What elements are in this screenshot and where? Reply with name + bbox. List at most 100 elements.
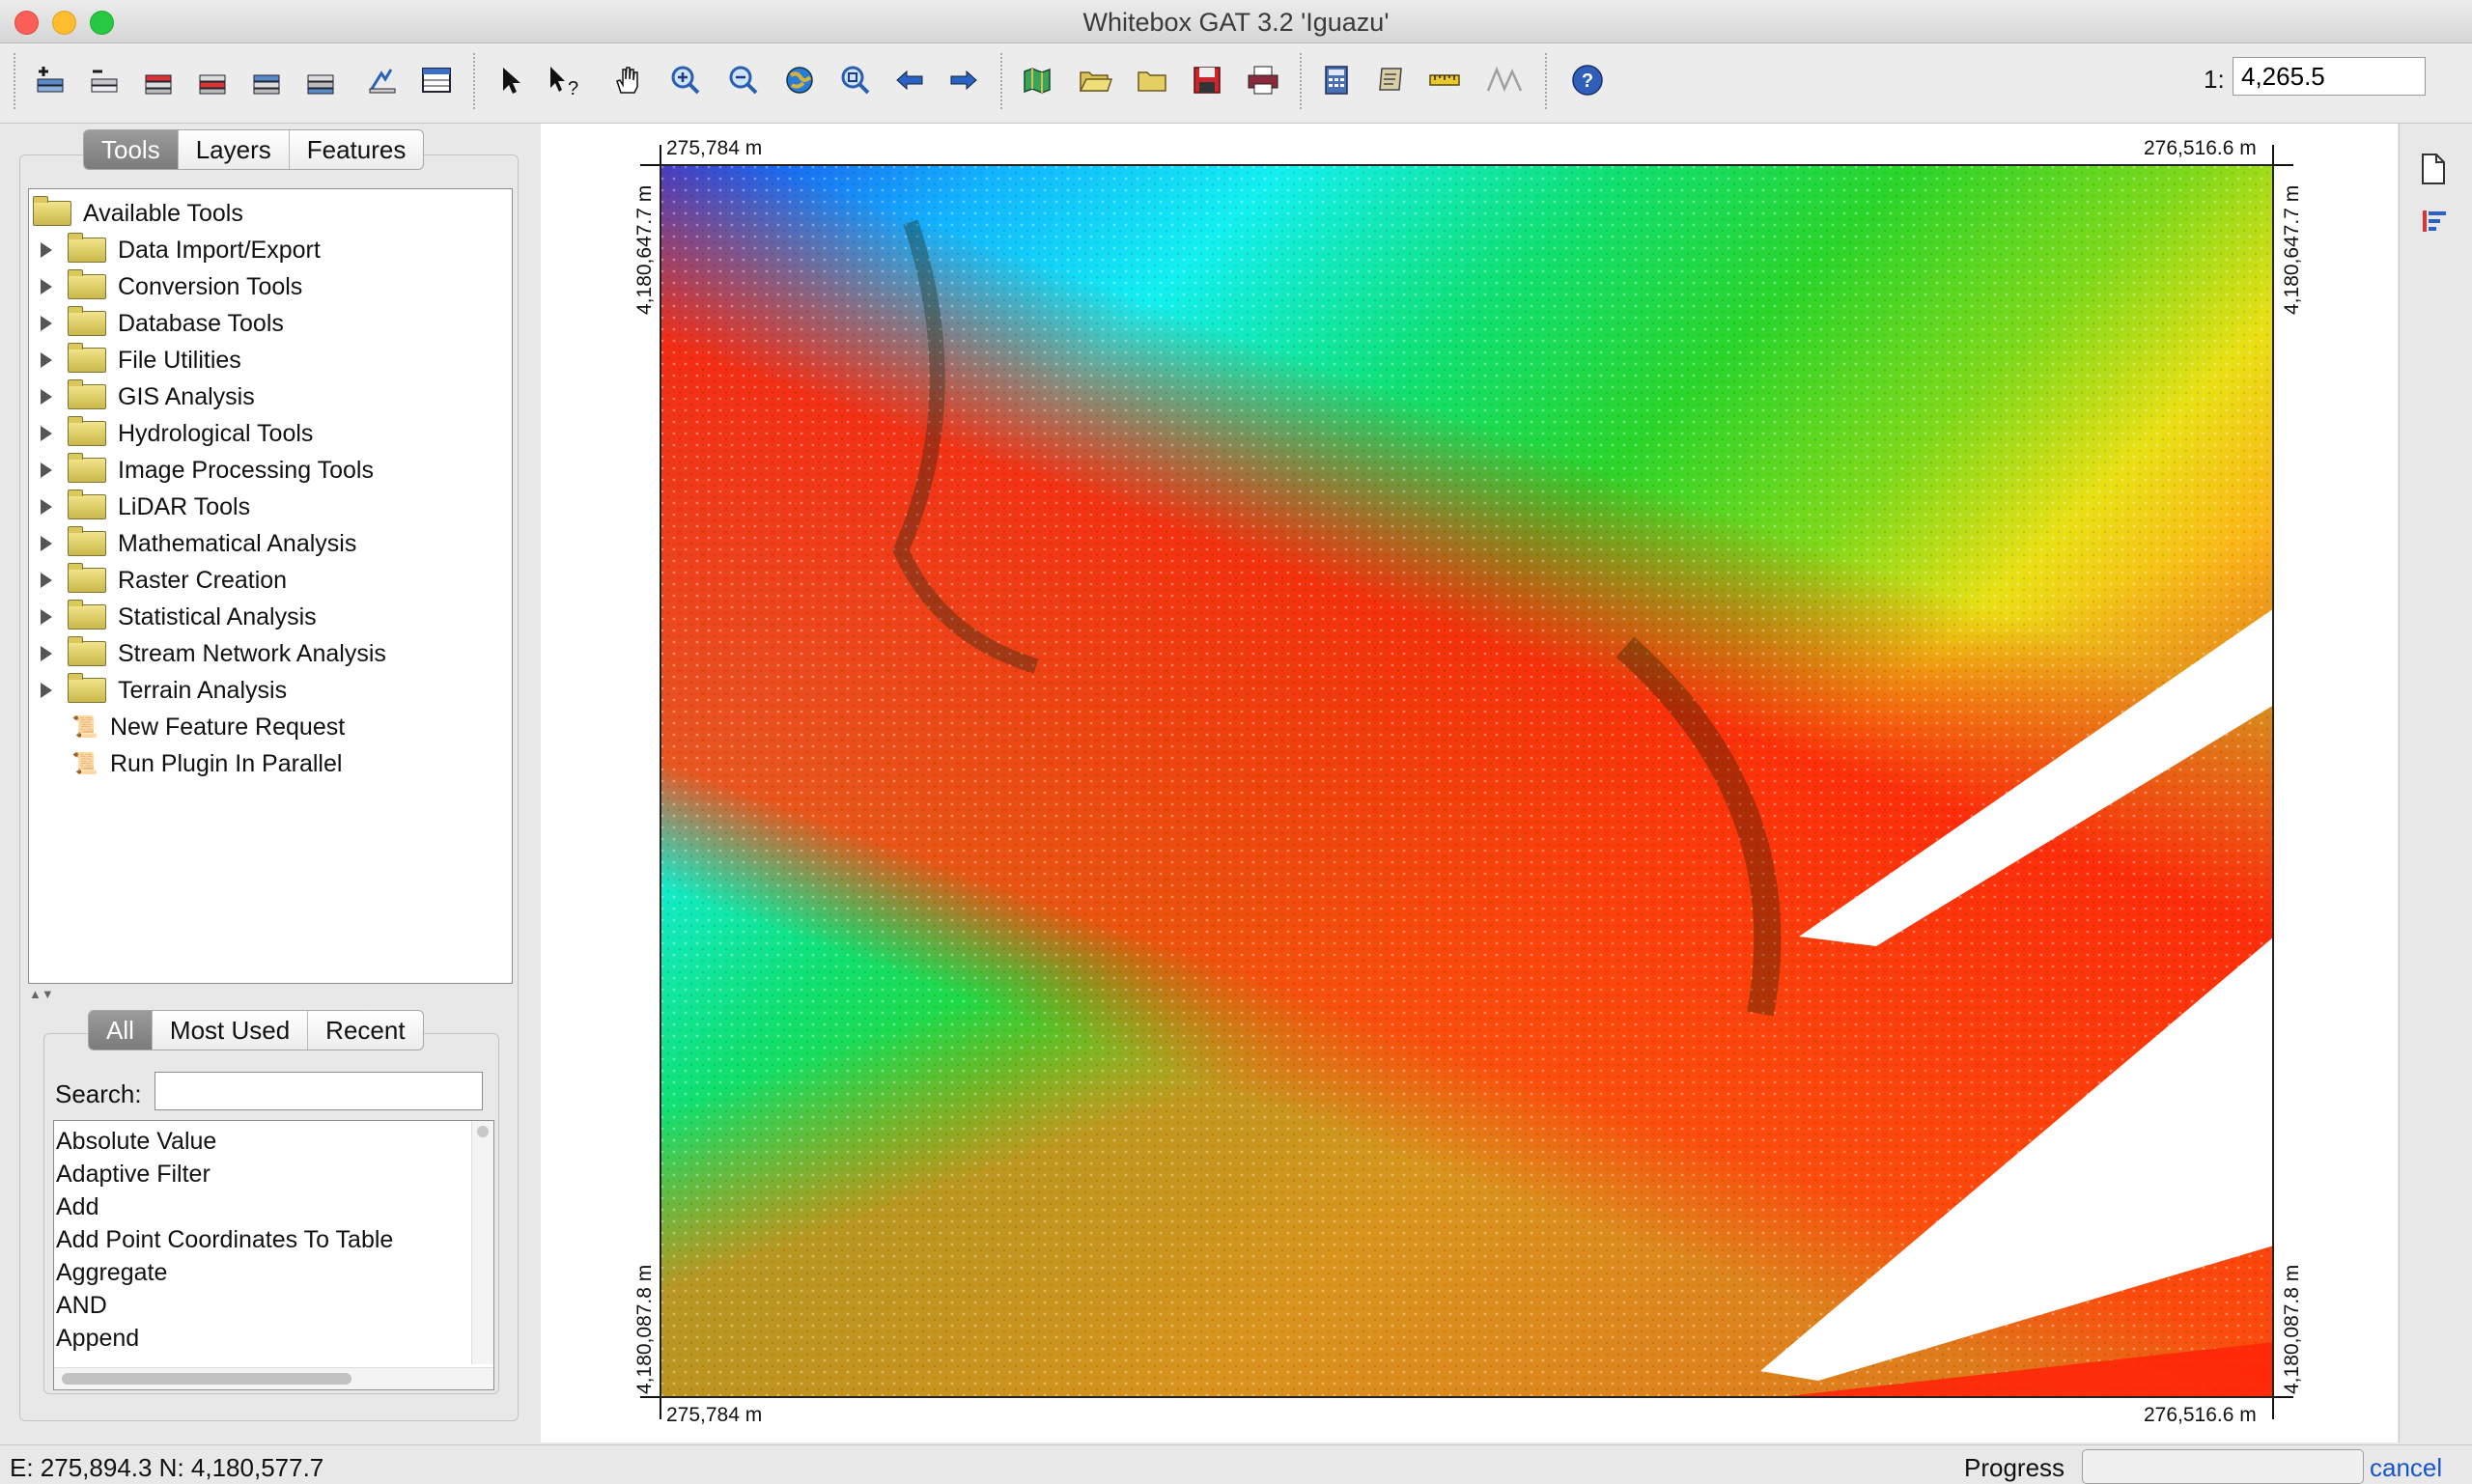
expand-triangle-icon[interactable] [41, 242, 52, 258]
tree-folder-gis-analysis[interactable]: GIS Analysis [29, 378, 512, 415]
zoom-in-icon[interactable] [666, 61, 705, 99]
list-item[interactable]: Append [54, 1322, 493, 1355]
tree-folder-image-processing-tools[interactable]: Image Processing Tools [29, 452, 512, 489]
folder-icon [68, 526, 106, 556]
tree-folder-lidar-tools[interactable]: LiDAR Tools [29, 489, 512, 525]
tree-folder-hydrological-tools[interactable]: Hydrological Tools [29, 415, 512, 452]
scripter-icon[interactable] [1371, 61, 1410, 99]
tree-folder-label: Raster Creation [118, 566, 288, 594]
expand-triangle-icon[interactable] [41, 316, 52, 331]
tree-folder-data-import-export[interactable]: Data Import/Export [29, 232, 512, 268]
map-x-min-top: 275,784 m [666, 137, 763, 159]
open-map-icon[interactable] [1076, 61, 1114, 99]
layer-properties-icon[interactable] [363, 61, 402, 99]
tab-all[interactable]: All [89, 1011, 153, 1050]
list-item[interactable]: Add [54, 1190, 493, 1223]
add-layer-icon[interactable] [31, 61, 70, 99]
expand-triangle-icon[interactable] [41, 683, 52, 698]
axis-tick [660, 1398, 661, 1419]
folder-icon [68, 269, 106, 299]
splitter-handle[interactable]: ▲▼ [29, 987, 68, 1001]
tree-root-available-tools[interactable]: Available Tools [29, 195, 512, 232]
axis-tick [2274, 1396, 2293, 1398]
scroll-thumb[interactable] [62, 1373, 351, 1385]
tree-item-run-plugin-in-parallel[interactable]: 📜 Run Plugin In Parallel [29, 745, 512, 782]
axis-tick [640, 1396, 660, 1398]
raster-calculator-icon[interactable] [1317, 61, 1356, 99]
title-bar: Whitebox GAT 3.2 'Iguazu' [0, 0, 2472, 43]
tool-list-vertical-scrollbar[interactable] [471, 1121, 493, 1364]
previous-extent-icon[interactable] [890, 61, 929, 99]
toolbar-separator [473, 53, 477, 109]
list-item[interactable]: Aggregate [54, 1256, 493, 1289]
zoom-to-layer-icon[interactable] [836, 61, 875, 99]
expand-triangle-icon[interactable] [41, 573, 52, 588]
tree-folder-conversion-tools[interactable]: Conversion Tools [29, 268, 512, 305]
lower-layer-icon[interactable] [193, 61, 232, 99]
tree-folder-stream-network-analysis[interactable]: Stream Network Analysis [29, 635, 512, 672]
help-icon[interactable]: ? [1568, 61, 1607, 99]
list-item[interactable]: Absolute Value [54, 1125, 493, 1158]
tree-folder-statistical-analysis[interactable]: Statistical Analysis [29, 599, 512, 635]
tool-search-input[interactable] [154, 1072, 483, 1110]
new-document-icon[interactable] [2419, 153, 2448, 190]
expand-triangle-icon[interactable] [41, 389, 52, 405]
tree-folder-label: Hydrological Tools [118, 419, 314, 447]
remove-layer-icon[interactable] [85, 61, 124, 99]
expand-triangle-icon[interactable] [41, 462, 52, 478]
expand-triangle-icon[interactable] [41, 646, 52, 661]
scroll-thumb[interactable] [477, 1126, 489, 1137]
folder-icon [68, 636, 106, 666]
tab-recent[interactable]: Recent [308, 1011, 422, 1050]
list-item[interactable]: Adaptive Filter [54, 1158, 493, 1190]
map-y-min-right: 4,180,087.8 m [2281, 1264, 2303, 1394]
map-y-max-right: 4,180,647.7 m [2281, 184, 2303, 315]
expand-triangle-icon[interactable] [41, 609, 52, 625]
new-map-icon[interactable] [1018, 61, 1056, 99]
digitize-line-icon[interactable] [1485, 61, 1524, 99]
folder-icon [68, 306, 106, 336]
expand-triangle-icon[interactable] [41, 279, 52, 294]
tab-features[interactable]: Features [290, 130, 424, 169]
raise-layer-icon[interactable] [139, 61, 178, 99]
map-scale-input[interactable] [2233, 57, 2426, 96]
expand-triangle-icon[interactable] [41, 352, 52, 368]
map-y-min-left: 4,180,087.8 m [633, 1264, 656, 1394]
pan-hand-icon[interactable] [608, 61, 647, 99]
open-folder-icon[interactable] [1134, 61, 1172, 99]
save-map-icon[interactable] [1188, 61, 1226, 99]
tree-folder-file-utilities[interactable]: File Utilities [29, 342, 512, 378]
tab-tools[interactable]: Tools [84, 130, 179, 169]
zoom-out-icon[interactable] [724, 61, 763, 99]
tool-list-horizontal-scrollbar[interactable] [54, 1367, 493, 1389]
expand-triangle-icon[interactable] [41, 426, 52, 441]
tab-most-used[interactable]: Most Used [153, 1011, 309, 1050]
measure-ruler-icon[interactable] [1425, 61, 1464, 99]
cancel-link[interactable]: cancel [2370, 1453, 2442, 1483]
tree-folder-terrain-analysis[interactable]: Terrain Analysis [29, 672, 512, 709]
expand-triangle-icon[interactable] [41, 499, 52, 515]
layer-to-top-icon[interactable] [247, 61, 286, 99]
tree-folder-label: Statistical Analysis [118, 602, 317, 630]
expand-triangle-icon[interactable] [41, 536, 52, 551]
tree-folder-raster-creation[interactable]: Raster Creation [29, 562, 512, 599]
legend-icon[interactable] [2421, 207, 2450, 240]
list-item[interactable]: Add Point Coordinates To Table [54, 1223, 493, 1256]
list-item[interactable]: AND [54, 1289, 493, 1322]
tree-item-new-feature-request[interactable]: 📜 New Feature Request [29, 709, 512, 745]
layer-to-bottom-icon[interactable] [301, 61, 340, 99]
tree-folder-mathematical-analysis[interactable]: Mathematical Analysis [29, 525, 512, 562]
tree-folder-label: LiDAR Tools [118, 492, 251, 520]
select-arrow-icon[interactable] [491, 61, 529, 99]
tree-folder-label: Image Processing Tools [118, 456, 374, 484]
zoom-full-extent-icon[interactable] [780, 61, 819, 99]
print-map-icon[interactable] [1244, 61, 1282, 99]
folder-icon [68, 490, 106, 519]
axis-tick [2274, 164, 2293, 166]
whats-this-icon[interactable]: ? [545, 61, 583, 99]
tab-layers[interactable]: Layers [179, 130, 290, 169]
next-extent-icon[interactable] [944, 61, 983, 99]
attribute-table-icon[interactable] [417, 61, 456, 99]
tree-folder-database-tools[interactable]: Database Tools [29, 305, 512, 342]
tree-item-label: Run Plugin In Parallel [110, 749, 343, 777]
